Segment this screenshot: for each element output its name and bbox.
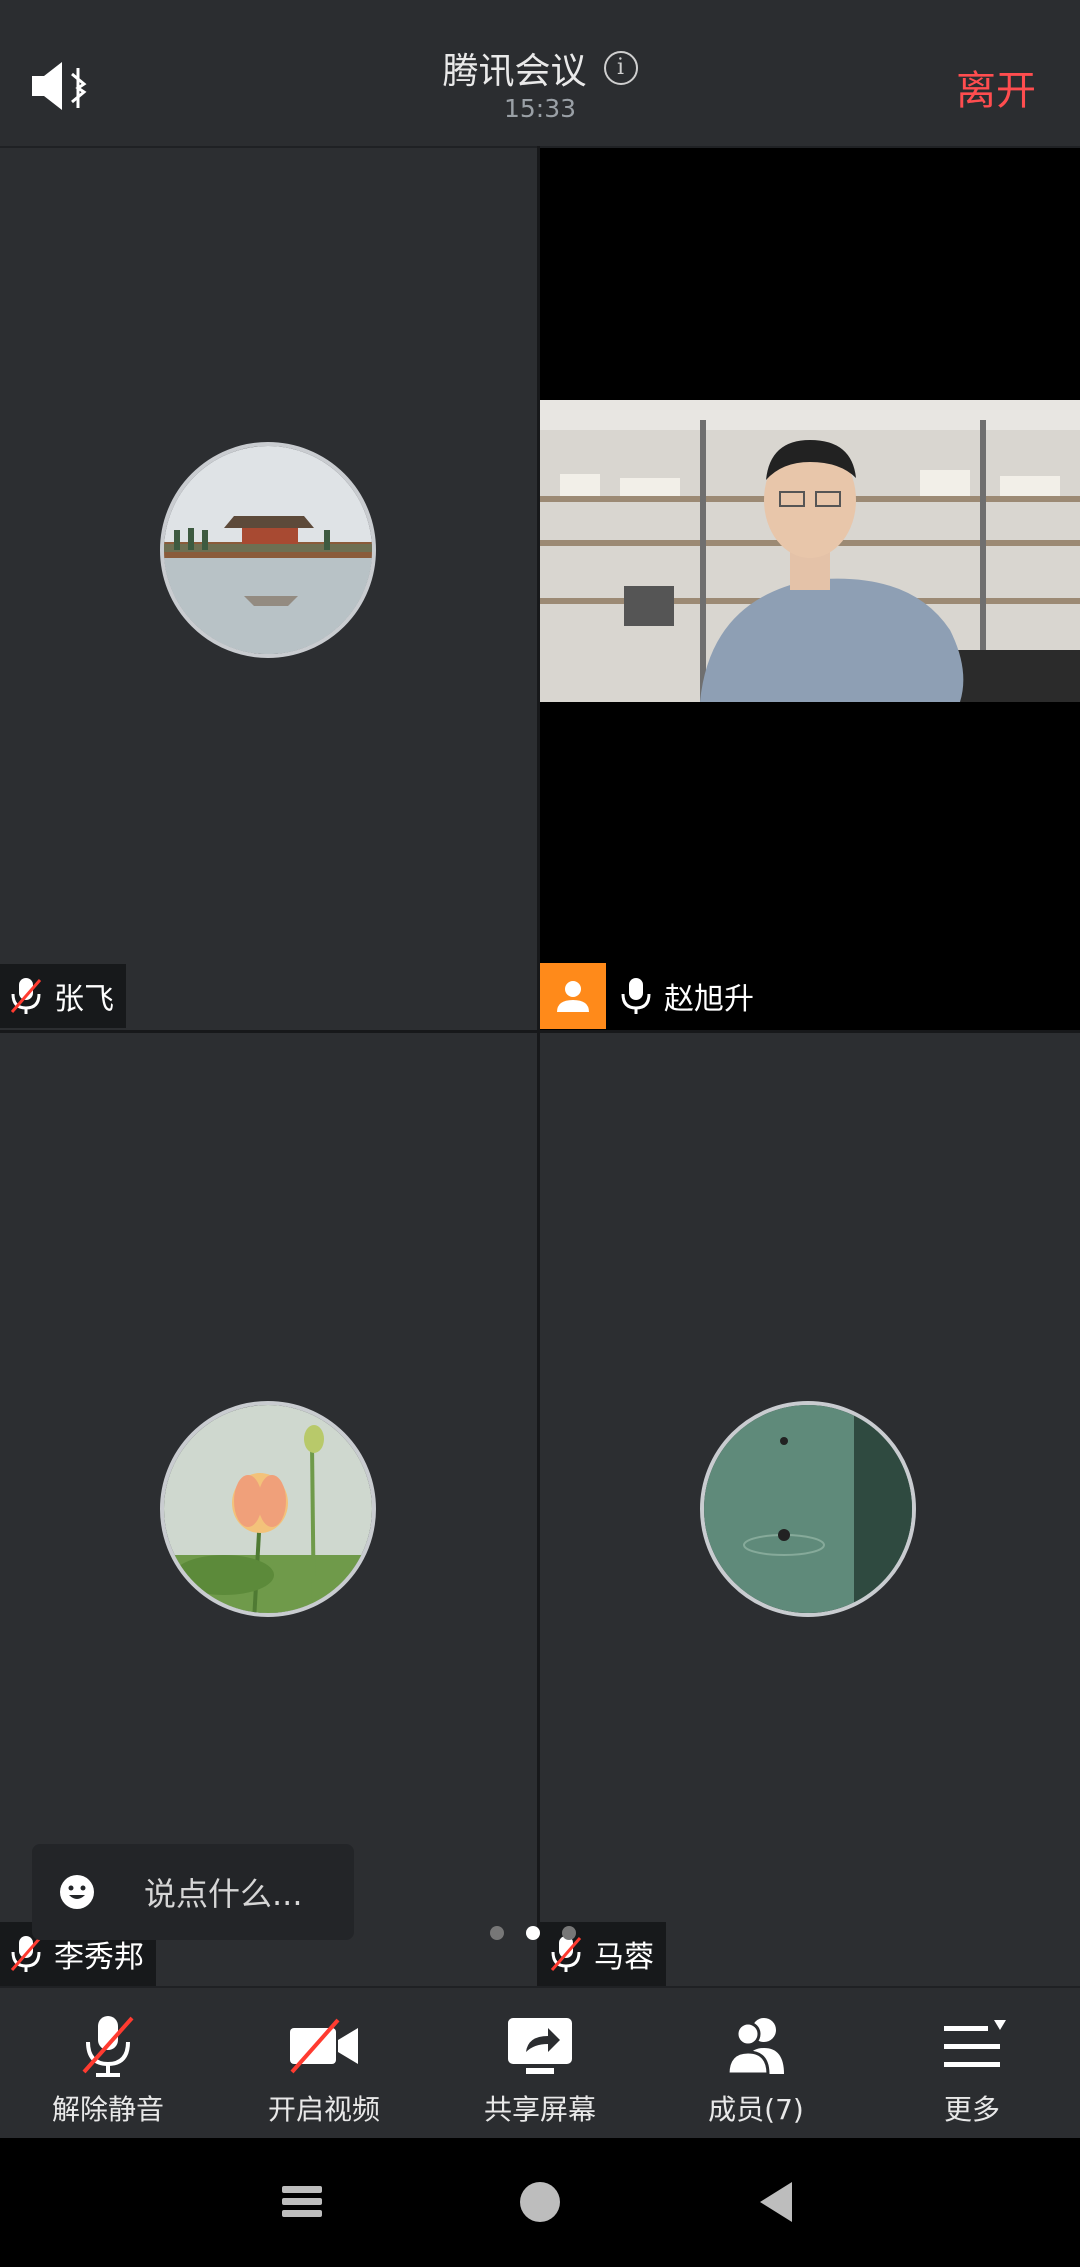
participant-video xyxy=(540,400,1080,702)
members-label: 成员(7) xyxy=(708,2093,804,2126)
members-button[interactable]: 成员(7) xyxy=(648,1988,864,2140)
participant-name: 赵旭升 xyxy=(664,982,754,1017)
participant-tile-4[interactable]: 马蓉 xyxy=(540,1033,1080,1986)
meeting-duration: 15:33 xyxy=(503,94,577,123)
name-bar: 张飞 xyxy=(0,964,126,1028)
mic-muted-icon xyxy=(10,978,42,1014)
name-bar: 赵旭升 xyxy=(540,963,766,1029)
avatar-palace xyxy=(160,442,376,658)
more-label: 更多 xyxy=(943,2093,1000,2126)
share-screen-icon xyxy=(508,2018,572,2074)
page-dot[interactable] xyxy=(490,1926,504,1940)
members-icon xyxy=(726,2018,784,2076)
leave-button[interactable]: 离开 xyxy=(956,58,1036,116)
mic-muted-icon xyxy=(82,2016,134,2077)
participant-name: 张飞 xyxy=(54,982,114,1017)
info-icon[interactable]: i xyxy=(603,51,638,85)
start-video-button[interactable]: 开启视频 xyxy=(216,1988,432,2140)
unmute-button[interactable]: 解除静音 xyxy=(0,1988,216,2140)
grid-divider-vertical xyxy=(537,146,540,1986)
page-indicator[interactable] xyxy=(490,1926,576,1940)
participant-name: 马蓉 xyxy=(594,1940,654,1975)
unmute-label: 解除静音 xyxy=(51,2093,164,2126)
camera-off-icon xyxy=(290,2018,358,2074)
emoji-icon[interactable] xyxy=(58,1873,96,1911)
meeting-header: 腾讯会议 i 15:33 离开 xyxy=(0,0,1080,148)
avatar-lotus xyxy=(160,1401,376,1617)
grid-divider-horizontal xyxy=(0,1030,1080,1033)
start-video-label: 开启视频 xyxy=(267,2093,380,2126)
home-icon[interactable] xyxy=(518,2180,562,2224)
mic-muted-icon xyxy=(550,1936,582,1972)
more-menu-icon xyxy=(944,2020,1006,2067)
back-icon[interactable] xyxy=(756,2180,800,2224)
active-speaker-badge xyxy=(540,963,606,1029)
person-icon xyxy=(557,981,589,1012)
page-dot-active[interactable] xyxy=(526,1926,540,1940)
meeting-title: 腾讯会议 xyxy=(442,51,587,92)
system-nav-bar xyxy=(0,2138,1080,2267)
recent-apps-icon[interactable] xyxy=(280,2180,324,2224)
share-screen-label: 共享屏幕 xyxy=(483,2093,596,2126)
mic-icon xyxy=(621,978,651,1014)
more-button[interactable]: 更多 xyxy=(864,1988,1080,2140)
chat-input[interactable]: 说点什么... xyxy=(32,1844,354,1940)
title-group: 腾讯会议 i xyxy=(0,42,1080,94)
page-dot[interactable] xyxy=(562,1926,576,1940)
meeting-toolbar: 解除静音 开启视频 共享屏幕 成员(7) 更多 xyxy=(0,1986,1080,2140)
share-screen-button[interactable]: 共享屏幕 xyxy=(432,1988,648,2140)
chat-placeholder: 说点什么... xyxy=(144,1875,303,1913)
participant-tile-1[interactable]: 张飞 xyxy=(0,148,537,1030)
mic-muted-icon xyxy=(10,1936,42,1972)
avatar-water xyxy=(700,1401,916,1617)
